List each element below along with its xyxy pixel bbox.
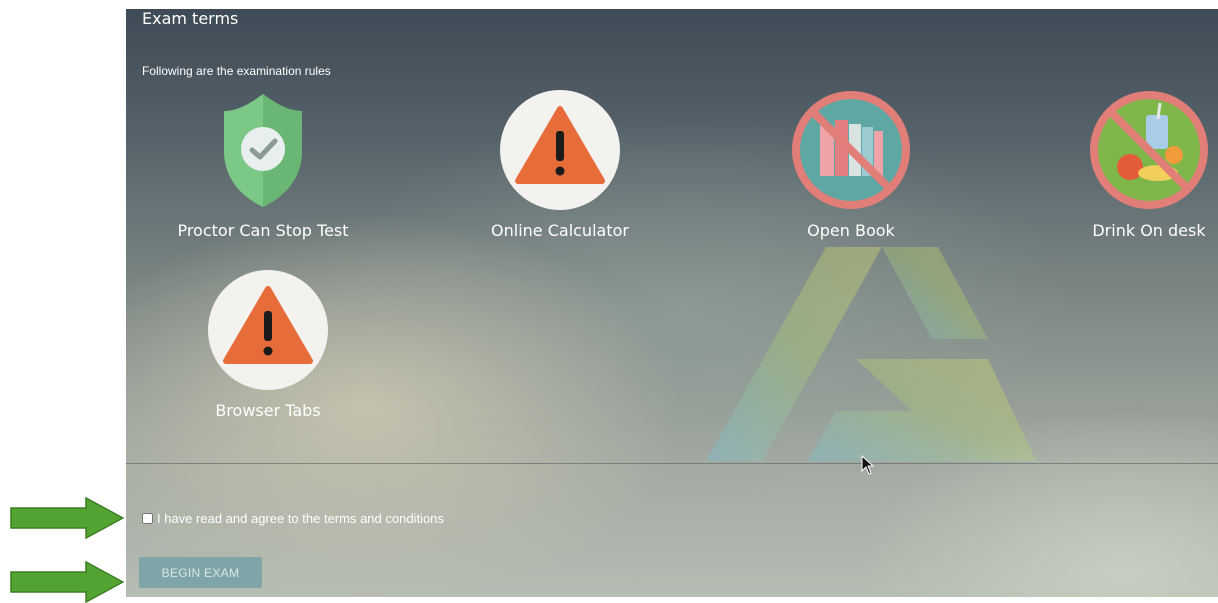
rule-proctor-can-stop-test: Proctor Can Stop Test (148, 89, 378, 240)
annotation-arrow-icon (10, 561, 124, 603)
rule-label: Browser Tabs (215, 401, 321, 420)
page-title: Exam terms (142, 9, 239, 28)
terms-agreement[interactable]: I have read and agree to the terms and c… (142, 511, 444, 526)
warning-icon (499, 89, 621, 211)
no-food-drink-icon (1088, 89, 1210, 211)
warning-icon (207, 269, 329, 391)
terms-checkbox[interactable] (142, 513, 153, 524)
section-divider (126, 463, 1218, 464)
no-books-icon (790, 89, 912, 211)
annotation-arrow-icon (10, 497, 124, 539)
begin-exam-button[interactable]: BEGIN EXAM (139, 557, 262, 588)
rules-intro: Following are the examination rules (142, 64, 331, 78)
shield-check-icon (202, 89, 324, 211)
rule-drink-on-desk: Drink On desk (1034, 89, 1218, 240)
rule-label: Online Calculator (491, 221, 629, 240)
rule-online-calculator: Online Calculator (445, 89, 675, 240)
rule-label: Drink On desk (1092, 221, 1206, 240)
rule-open-book: Open Book (736, 89, 966, 240)
rule-browser-tabs: Browser Tabs (153, 269, 383, 420)
terms-label: I have read and agree to the terms and c… (157, 511, 444, 526)
rule-label: Open Book (807, 221, 895, 240)
exam-terms-panel: Exam terms Following are the examination… (126, 9, 1218, 597)
mouse-cursor-icon (861, 455, 875, 475)
rule-label: Proctor Can Stop Test (177, 221, 349, 240)
logo-watermark (706, 247, 1036, 461)
